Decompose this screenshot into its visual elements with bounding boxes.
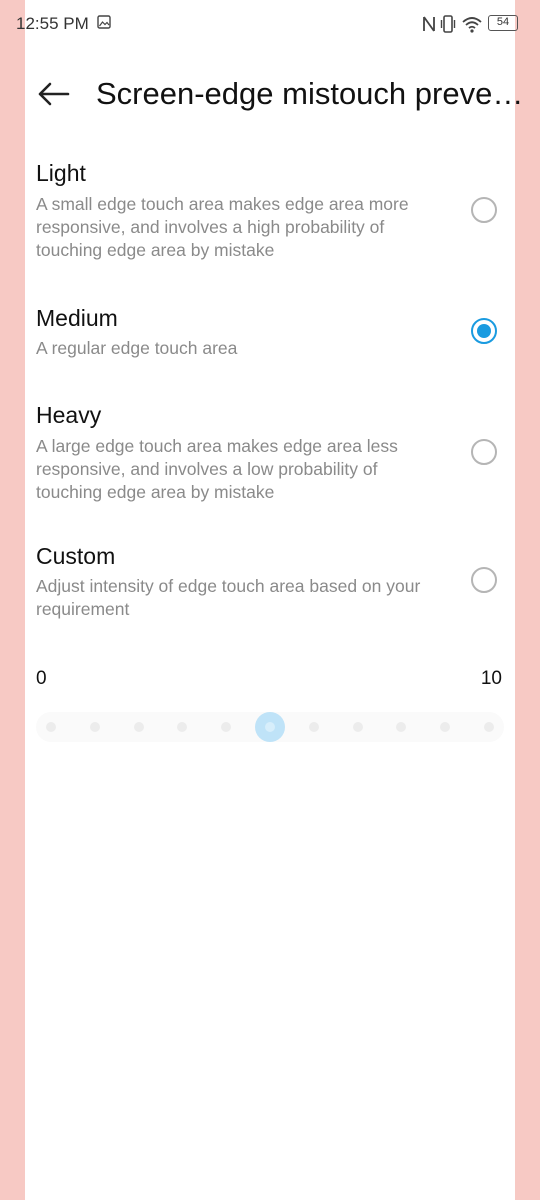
slider-step-dot: [133, 722, 144, 732]
wifi-icon: [462, 17, 482, 33]
radio-medium[interactable]: [471, 318, 497, 344]
slider-step-dot: [484, 722, 494, 732]
edge-highlight-left: [0, 0, 25, 1200]
slider-max-label: 10: [480, 668, 502, 689]
option-title: Light: [36, 160, 86, 186]
option-heavy[interactable]: Heavy A large edge touch area makes edge…: [25, 402, 515, 512]
slider-step-dot: [89, 722, 100, 732]
option-description: A small edge touch area makes edge area …: [36, 194, 409, 260]
option-title: Custom: [36, 543, 116, 569]
option-title: Heavy: [36, 402, 102, 428]
slider-step-dot: [396, 722, 407, 732]
battery-level: 54: [496, 16, 510, 28]
page-title: Screen-edge mistouch preve…: [96, 76, 524, 111]
battery-icon: 54: [488, 15, 518, 31]
option-medium[interactable]: Medium A regular edge touch area: [25, 305, 515, 367]
option-light[interactable]: Light A small edge touch area makes edge…: [25, 160, 515, 270]
slider-min-label: 0: [36, 668, 47, 689]
status-bar: 12:55 PM 54: [0, 0, 540, 48]
option-description: A large edge touch area makes edge area …: [36, 436, 398, 502]
radio-heavy[interactable]: [471, 439, 497, 465]
radio-light[interactable]: [471, 197, 497, 223]
slider-step-dot: [46, 722, 56, 732]
status-icons: 54: [422, 14, 522, 34]
slider-step-dot: [352, 722, 363, 732]
gallery-icon: [97, 15, 111, 29]
slider-step-dot: [308, 722, 319, 732]
option-description: Adjust intensity of edge touch area base…: [36, 576, 421, 619]
header: Screen-edge mistouch preve…: [0, 60, 540, 130]
slider-thumb[interactable]: [255, 712, 285, 742]
vibrate-icon: [440, 15, 456, 33]
option-title: Medium: [36, 305, 118, 331]
slider-step-dot: [221, 722, 232, 732]
radio-custom[interactable]: [471, 567, 497, 593]
intensity-slider[interactable]: [36, 712, 504, 742]
option-custom[interactable]: Custom Adjust intensity of edge touch ar…: [25, 543, 515, 633]
slider-step-dot: [440, 722, 451, 732]
nfc-icon: [423, 16, 435, 32]
slider-step-dot: [177, 722, 188, 732]
status-time: 12:55 PM: [16, 14, 89, 33]
back-arrow-icon[interactable]: [36, 76, 72, 112]
option-description: A regular edge touch area: [36, 338, 238, 358]
edge-highlight-right: [515, 0, 540, 1200]
